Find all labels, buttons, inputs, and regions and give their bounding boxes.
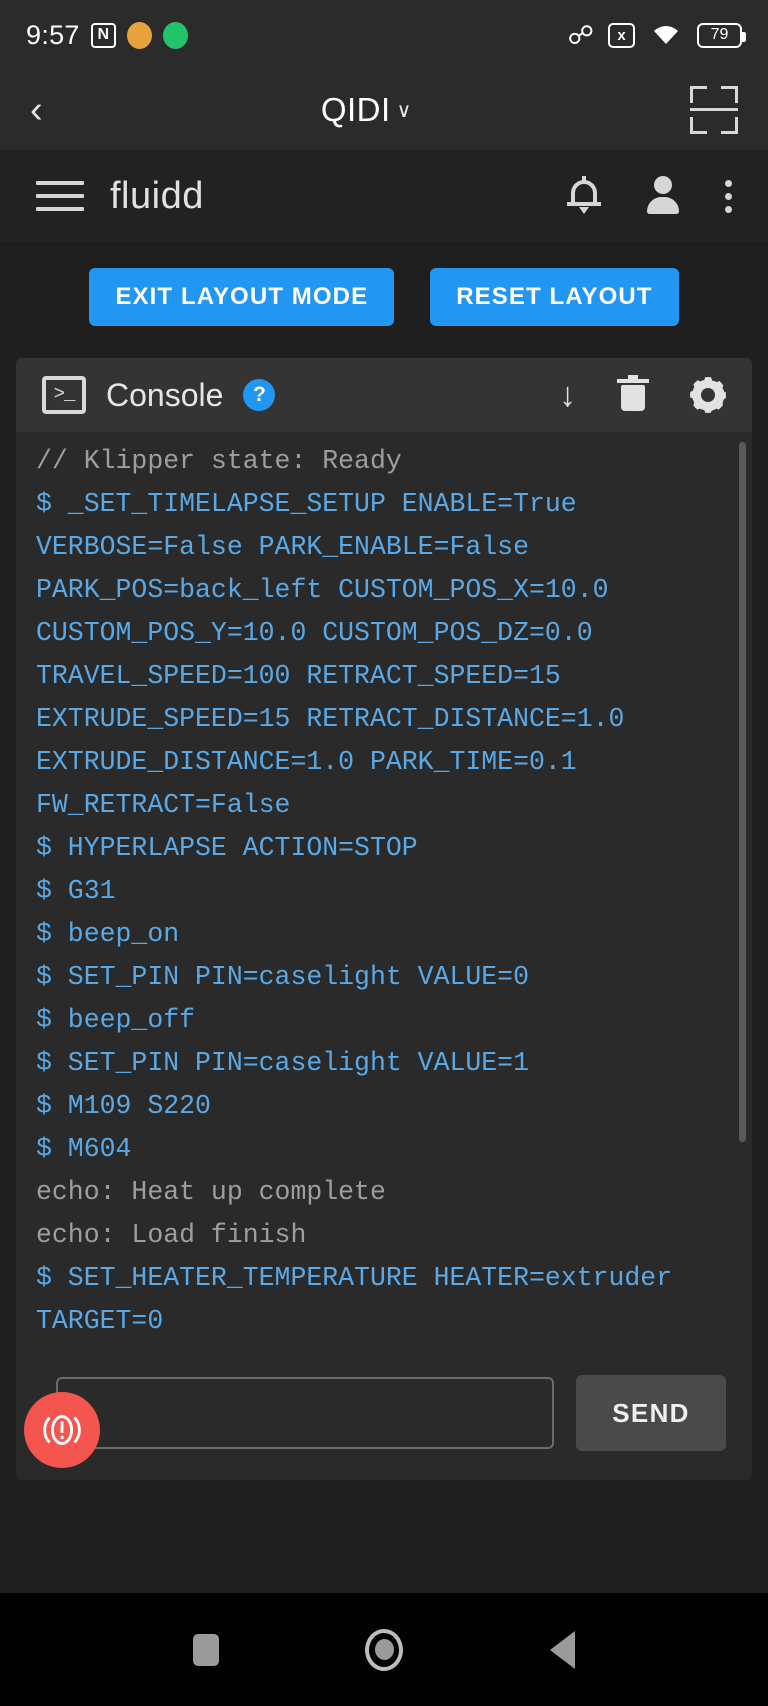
layout-mode-bar: EXIT LAYOUT MODE RESET LAYOUT — [0, 242, 768, 350]
exit-layout-mode-button[interactable]: EXIT LAYOUT MODE — [89, 268, 395, 326]
green-app-badge-icon — [162, 21, 188, 49]
emergency-stop-icon — [43, 1415, 81, 1445]
clock: 9:57 — [26, 19, 80, 50]
android-nav-bar — [0, 1593, 768, 1706]
console-log: // Klipper state: Ready $ _SET_TIMELAPSE_… — [36, 440, 752, 1343]
status-bar-left: 9:57 N — [26, 20, 188, 51]
console-line: $ beep_on — [36, 919, 180, 949]
console-line: $ M109 S220 — [36, 1091, 211, 1121]
app-title-bar: ‹ QIDI ∨ — [0, 70, 768, 150]
console-output[interactable]: // Klipper state: Ready $ _SET_TIMELAPSE_… — [16, 432, 752, 1360]
bluetooth-icon: ☍ — [567, 20, 594, 50]
console-scrollbar[interactable] — [739, 442, 746, 1142]
console-line: echo: Heat up complete — [36, 1177, 386, 1207]
help-icon[interactable]: ? — [243, 379, 276, 411]
console-line: $ G31 — [36, 876, 116, 906]
page-title-text: QIDI — [320, 91, 391, 128]
battery-icon: 79 — [697, 22, 746, 48]
emergency-stop-button[interactable] — [24, 1392, 100, 1468]
console-line: $ HYPERLAPSE ACTION=STOP — [36, 833, 418, 863]
console-header-actions: ↓ — [559, 375, 726, 413]
scroll-to-bottom-icon[interactable]: ↓ — [559, 378, 576, 412]
toolbar-left: fluidd — [36, 175, 204, 218]
kebab-menu-icon[interactable] — [725, 179, 732, 213]
account-person-icon[interactable] — [645, 176, 681, 216]
wifi-icon — [649, 19, 683, 51]
terminal-icon: >_ — [42, 376, 86, 414]
home-circle-icon[interactable] — [365, 1628, 404, 1671]
reset-layout-button[interactable]: RESET LAYOUT — [430, 268, 679, 326]
console-line: $ beep_off — [36, 1005, 196, 1035]
status-bar-right: ☍ x 79 — [567, 19, 746, 51]
fluidd-toolbar: fluidd — [0, 150, 768, 242]
page-title[interactable]: QIDI ∨ — [321, 91, 412, 129]
console-input-row: SEND — [16, 1360, 752, 1480]
nfc-icon: N — [90, 22, 116, 48]
console-line: $ SET_PIN PIN=caselight VALUE=1 — [36, 1048, 529, 1078]
send-button[interactable]: SEND — [576, 1375, 726, 1451]
recents-square-icon[interactable] — [193, 1633, 220, 1666]
back-button[interactable]: ‹ — [30, 91, 43, 129]
console-card: >_ Console ? ↓ // Klipper state: Ready $ … — [16, 358, 752, 1480]
back-triangle-icon[interactable] — [549, 1630, 575, 1669]
console-line: echo: Load finish — [36, 1220, 307, 1250]
chevron-down-icon: ∨ — [396, 99, 412, 122]
hamburger-menu-icon[interactable] — [36, 181, 84, 211]
console-line: $ SET_HEATER_TEMPERATURE HEATER=extruder… — [36, 1263, 689, 1336]
console-header: >_ Console ? ↓ — [16, 358, 752, 432]
clear-console-icon[interactable] — [617, 375, 649, 411]
console-title: Console — [106, 376, 224, 413]
console-line: $ SET_PIN PIN=caselight VALUE=0 — [36, 962, 529, 992]
notification-bell-icon[interactable] — [567, 176, 601, 216]
no-sim-icon: x — [608, 22, 635, 48]
orange-app-badge-icon — [126, 21, 152, 49]
brand-label: fluidd — [110, 174, 204, 217]
scan-icon[interactable] — [689, 86, 738, 134]
console-command-input[interactable] — [56, 1377, 554, 1449]
console-line: $ _SET_TIMELAPSE_SETUP ENABLE=True VERBO… — [36, 489, 641, 820]
phone-screen: 9:57 N ☍ x 79 ‹ QIDI ∨ fluidd EXIT LAYOU… — [0, 0, 768, 1706]
console-header-left: >_ Console ? — [42, 376, 276, 414]
toolbar-right — [567, 176, 732, 216]
console-settings-icon[interactable] — [690, 377, 726, 413]
android-status-bar: 9:57 N ☍ x 79 — [0, 0, 768, 70]
console-line: $ M604 — [36, 1134, 132, 1164]
console-line: // Klipper state: Ready — [36, 446, 402, 476]
